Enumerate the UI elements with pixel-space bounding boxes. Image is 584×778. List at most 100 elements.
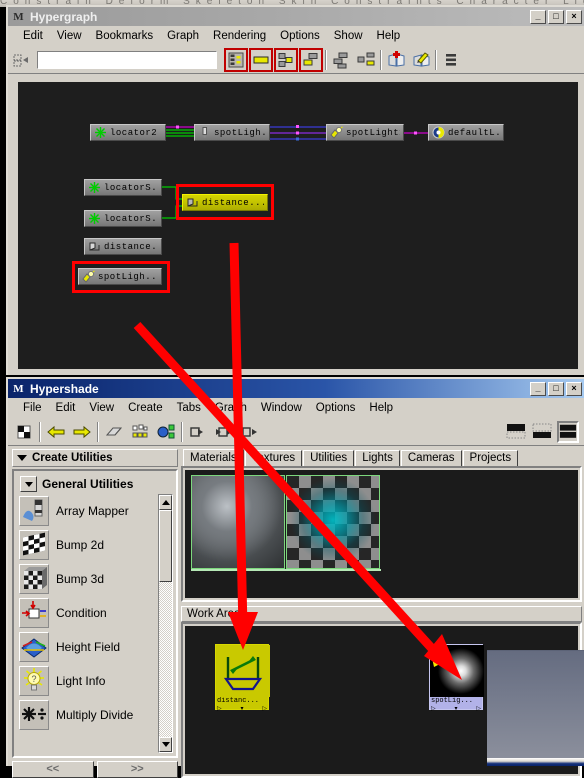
rearrange-graph-button[interactable] [129,420,151,443]
tab-projects[interactable]: Projects [462,450,519,466]
scrollbar-thumb[interactable] [159,510,172,582]
node-locator-shape-2[interactable]: locatorS... [84,210,162,227]
input-connections-button[interactable] [187,420,209,443]
menu-options[interactable]: Options [273,28,327,44]
navigate-frames-icon[interactable] [12,50,32,70]
node-left-arrow-icon[interactable]: ▷ [431,706,436,713]
node-right-arrow-icon[interactable]: ▷ [262,706,267,713]
utility-category-combo[interactable]: General Utilities [17,474,173,494]
toolbar-add-bookmark[interactable] [385,48,407,71]
menu-view[interactable]: View [82,400,121,416]
node-distance-selected[interactable]: distance... [182,194,268,211]
node-locator-shape-1[interactable]: locatorS... [84,179,162,196]
utility-item-condition[interactable]: Condition [17,596,156,630]
utility-label: Multiply Divide [56,708,134,722]
menu-edit[interactable]: Edit [16,28,50,44]
tab-textures[interactable]: Textures [244,450,303,466]
maximize-button[interactable]: □ [548,381,564,396]
node-down-arrow-icon[interactable]: ▾ [454,706,457,713]
menu-graph[interactable]: Graph [208,400,254,416]
scroll-down-icon[interactable] [159,737,172,752]
work-node-spotlight[interactable]: spotLig... ▷ ▾ ▷ [429,644,484,713]
utility-item-array-mapper[interactable]: Array Mapper [17,494,156,528]
tab-lights[interactable]: Lights [355,450,400,466]
menu-graph[interactable]: Graph [160,28,206,44]
utility-item-height-field[interactable]: Height Field [17,630,156,664]
menu-view[interactable]: View [50,28,89,44]
toolbar-edit-bookmark[interactable] [410,48,432,71]
toolbar-input-output-connections[interactable] [224,47,248,72]
node-spotlight-shape[interactable]: spotLigh... [194,124,270,141]
menu-window[interactable]: Window [254,400,309,416]
utility-item-light-info[interactable]: ? Light Info [17,664,156,698]
menu-file[interactable]: File [16,400,49,416]
menu-options[interactable]: Options [309,400,363,416]
input-output-connections-button[interactable] [213,420,235,443]
create-utilities-panel: Create Utilities General Utilities Array… [12,449,178,778]
utility-item-bump-2d[interactable]: Bump 2d [17,528,156,562]
toolbar-freeform-layout[interactable] [355,48,377,71]
node-spotlight1[interactable]: spotLight1 [326,124,404,141]
menu-tabs[interactable]: Tabs [170,400,208,416]
node-distance-2[interactable]: distance... [84,238,162,255]
work-area-title: Work Area [187,608,241,620]
hypergraph-search-input[interactable] [37,50,217,69]
utility-item-bump-3d[interactable]: Bump 3d [17,562,156,596]
lambert-material-swatch[interactable] [191,475,285,569]
menu-show[interactable]: Show [327,28,370,44]
toolbar-input-connections[interactable] [274,47,298,72]
tab-utilities[interactable]: Utilities [303,450,355,466]
material-swatches[interactable] [185,470,578,598]
node-locator2[interactable]: locator2 [90,124,166,141]
layout-top-only-button[interactable] [505,420,527,443]
layout-bottom-only-button[interactable] [531,420,553,443]
light-info-icon: ? [19,666,49,696]
close-button[interactable]: × [566,381,582,396]
chevron-down-icon[interactable] [20,476,37,492]
multiply-divide-icon [19,700,49,730]
nav-prev-button[interactable]: << [12,761,94,778]
node-down-arrow-icon[interactable]: ▾ [240,706,243,713]
scrollbar-track[interactable] [159,582,172,737]
menu-edit[interactable]: Edit [49,400,83,416]
node-left-arrow-icon[interactable]: ▷ [217,706,222,713]
utility-items[interactable]: Array Mapper Bump 2d Bump 3d Condition H… [17,494,156,753]
teal-texture-swatch[interactable] [286,475,380,569]
tab-cameras[interactable]: Cameras [400,450,462,466]
create-utilities-header[interactable]: Create Utilities [12,449,178,467]
toolbar-hierarchy-layout[interactable] [330,48,352,71]
toolbar-list-view[interactable] [440,48,462,71]
hs-toolbar-separator-1 [39,421,41,442]
scroll-up-icon[interactable] [159,495,172,510]
work-node-controls[interactable]: ▷ ▾ ▷ [430,706,482,713]
close-button[interactable]: × [566,9,582,24]
maximize-button[interactable]: □ [548,9,564,24]
node-spotlight-selected[interactable]: spotLigh... [78,268,162,285]
menu-help[interactable]: Help [362,400,400,416]
utility-item-multiply-divide[interactable]: Multiply Divide [17,698,156,732]
work-node-distance[interactable]: distanc... ▷ ▾ ▷ [215,644,270,713]
menu-bookmarks[interactable]: Bookmarks [89,28,161,44]
menu-create[interactable]: Create [121,400,170,416]
output-connections-button[interactable] [239,420,261,443]
layout-split-button[interactable] [557,420,579,443]
toolbar-output-connections[interactable] [299,47,323,72]
nav-next-button[interactable]: >> [96,761,178,778]
minimize-button[interactable]: _ [530,381,546,396]
browser-pane: Materials Textures Utilities Lights Came… [181,449,582,602]
toolbar-show-node-only[interactable] [249,47,273,72]
node-right-arrow-icon[interactable]: ▷ [476,706,481,713]
hypergraph-node-canvas[interactable]: locator2 spotLigh... spotLight1 [18,82,578,369]
menu-help[interactable]: Help [370,28,408,44]
minimize-button[interactable]: _ [530,9,546,24]
render-swatch-button[interactable] [13,420,35,443]
utilities-scrollbar[interactable] [158,494,173,753]
graph-network-button[interactable] [155,420,177,443]
forward-arrow-button[interactable] [71,420,93,443]
tab-materials[interactable]: Materials [183,449,244,466]
node-default-light-set[interactable]: defaultL... [428,124,504,141]
menu-rendering[interactable]: Rendering [206,28,273,44]
back-arrow-button[interactable] [45,420,67,443]
work-node-controls[interactable]: ▷ ▾ ▷ [216,706,268,713]
clear-graph-button[interactable] [103,420,125,443]
